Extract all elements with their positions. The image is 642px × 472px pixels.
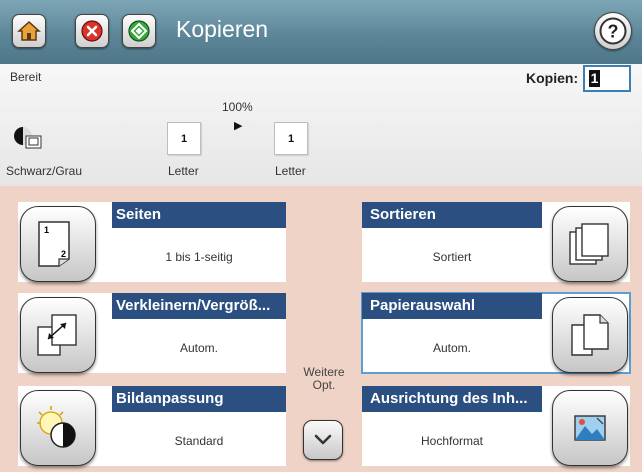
reduce-enlarge-title: Verkleinern/Vergröß...	[112, 293, 286, 319]
copies-label: Kopien:	[526, 70, 579, 86]
status-area: Bereit Kopien: 1 Schwarz/Grau 100% ▶ 1 L…	[0, 64, 642, 186]
collate-button[interactable]	[552, 206, 628, 282]
start-icon	[128, 20, 150, 42]
source-paper-label: Letter	[168, 164, 199, 178]
collate-title: Sortieren	[362, 202, 542, 228]
help-button[interactable]: ?	[594, 12, 632, 50]
image-adjust-option[interactable]: Bildanpassung Standard	[18, 386, 286, 466]
reduce-enlarge-icon	[37, 314, 77, 356]
copies-field[interactable]: 1	[583, 65, 631, 92]
start-button[interactable]	[122, 14, 156, 48]
home-icon	[17, 20, 41, 41]
home-button[interactable]	[12, 14, 46, 48]
help-icon: ?	[599, 17, 627, 45]
orientation-button[interactable]	[552, 390, 628, 466]
paper-select-icon	[571, 314, 609, 356]
sides-button[interactable]: 1 2	[20, 206, 96, 282]
paper-selection-title: Papierauswahl	[362, 293, 542, 319]
page-title: Kopieren	[176, 16, 269, 42]
zoom-level: 100%	[222, 100, 253, 114]
more-options-label: Weitere Opt.	[303, 365, 345, 392]
status-text: Bereit	[10, 70, 42, 84]
sides-option[interactable]: 1 2 Seiten 1 bis 1-seitig	[18, 202, 286, 282]
image-adjust-value: Standard	[174, 434, 224, 448]
svg-text:2: 2	[61, 249, 66, 259]
image-adjust-button[interactable]	[20, 390, 96, 466]
title-bar: Kopieren ?	[0, 0, 642, 64]
reduce-enlarge-button[interactable]	[20, 297, 96, 373]
sides-title: Seiten	[112, 202, 286, 228]
color-mode-label: Schwarz/Grau	[6, 164, 83, 178]
svg-text:?: ?	[608, 22, 619, 42]
copies-value: 1	[589, 70, 600, 87]
reduce-enlarge-option[interactable]: Verkleinern/Vergröß... Autom.	[18, 293, 286, 373]
collate-value: Sortiert	[432, 250, 472, 264]
paper-selection-button[interactable]	[552, 297, 628, 373]
more-options-button[interactable]	[303, 420, 343, 460]
color-mode-icon	[14, 124, 42, 156]
orientation-option[interactable]: Ausrichtung des Inh... Hochformat	[362, 386, 630, 466]
reduce-enlarge-value: Autom.	[179, 341, 218, 355]
paper-selection-option[interactable]: Papierauswahl Autom.	[361, 292, 631, 374]
collate-option[interactable]: Sortieren Sortiert	[362, 202, 630, 282]
sides-value: 1 bis 1-seitig	[165, 250, 233, 264]
svg-text:1: 1	[44, 225, 49, 235]
stop-button[interactable]	[75, 14, 109, 48]
image-adjust-icon	[37, 406, 76, 448]
output-page-icon: 1	[274, 122, 308, 155]
image-adjust-title: Bildanpassung	[112, 386, 286, 412]
orientation-title: Ausrichtung des Inh...	[362, 386, 542, 412]
chevron-down-icon	[314, 434, 332, 445]
stop-icon	[81, 20, 103, 42]
duplex-icon: 1 2	[38, 221, 70, 267]
orientation-icon	[574, 415, 606, 441]
arrow-right-icon: ▶	[234, 120, 243, 132]
orientation-value: Hochformat	[420, 434, 484, 448]
collate-icon	[569, 223, 609, 265]
paper-selection-value: Autom.	[432, 341, 471, 355]
output-paper-label: Letter	[275, 164, 306, 178]
source-page-icon: 1	[167, 122, 201, 155]
